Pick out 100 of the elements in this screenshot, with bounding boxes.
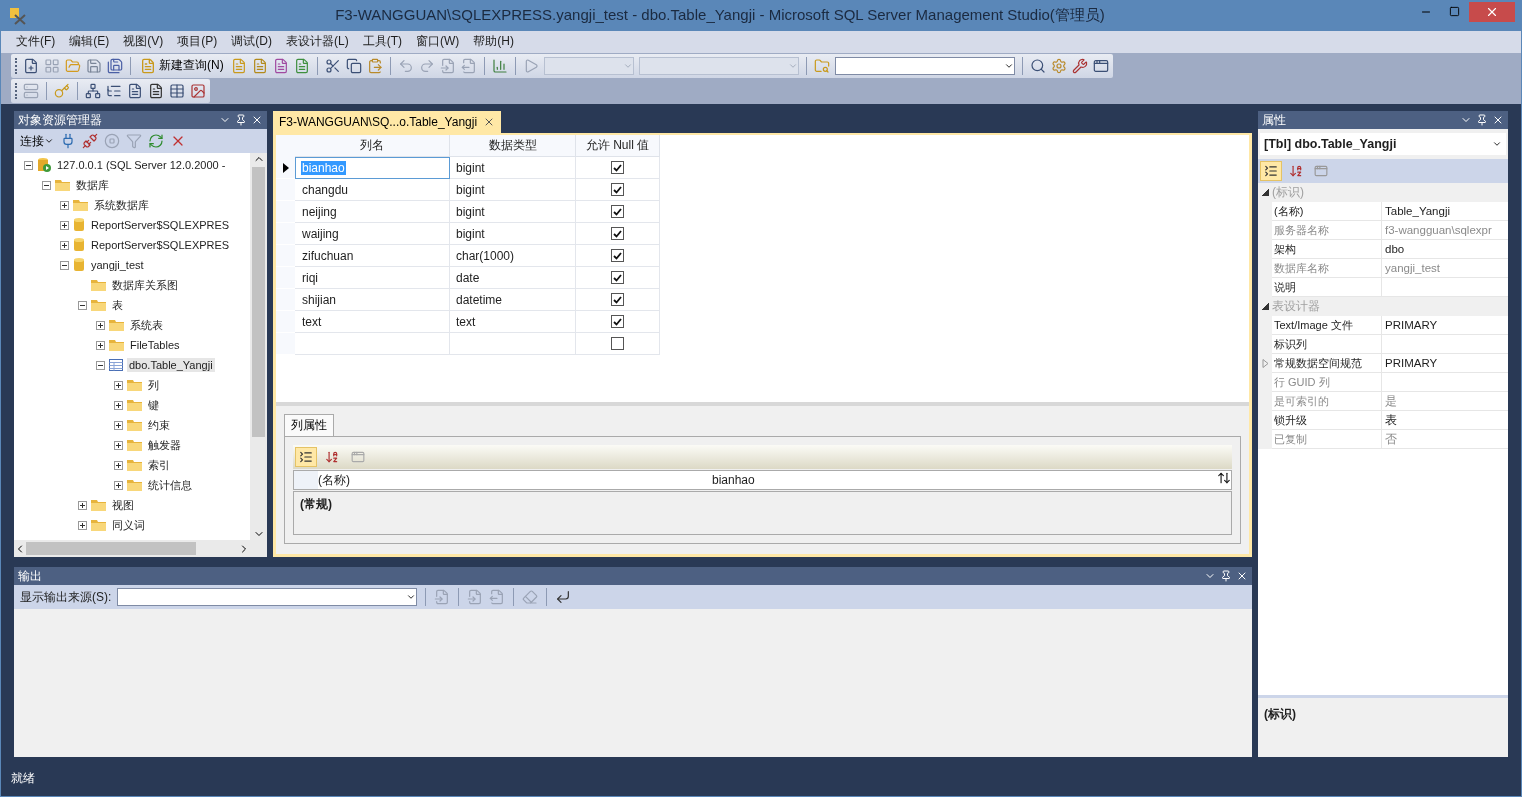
table-cell[interactable]: datetime — [450, 289, 576, 312]
scrollbar[interactable] — [250, 153, 267, 541]
tree-item[interactable]: 约束 — [146, 416, 172, 434]
image-icon[interactable] — [190, 83, 206, 100]
document-tab[interactable]: F3-WANGGUAN\SQ...o.Table_Yangji — [273, 111, 502, 134]
tree-item[interactable]: 视图 — [110, 496, 136, 514]
table-cell[interactable] — [295, 333, 450, 356]
collapse-icon[interactable] — [78, 300, 87, 310]
unplug-icon[interactable] — [82, 133, 98, 150]
collapse-icon[interactable] — [42, 180, 51, 190]
tree-item[interactable]: 统计信息 — [146, 476, 194, 494]
expand-icon[interactable] — [60, 220, 69, 230]
tree-item[interactable]: 同义词 — [110, 516, 147, 534]
expand-icon[interactable] — [114, 480, 123, 490]
connect-button[interactable]: 连接 — [20, 132, 54, 150]
table-cell[interactable]: bigint — [450, 201, 576, 224]
expand-icon[interactable] — [78, 500, 87, 510]
column-properties-tab[interactable]: 列属性 — [284, 414, 334, 437]
table-cell[interactable]: bigint — [450, 157, 576, 180]
expand-icon[interactable] — [114, 460, 123, 470]
menu-item[interactable]: 表设计器(L) — [279, 33, 356, 51]
checkbox[interactable] — [611, 293, 624, 307]
dropdown-field[interactable] — [638, 56, 799, 75]
tree-item[interactable]: 系统表 — [128, 316, 165, 334]
table-cell[interactable]: char(1000) — [450, 245, 576, 268]
checkbox[interactable] — [611, 227, 624, 241]
menu-item[interactable]: 视图(V) — [116, 33, 171, 51]
tree-item[interactable]: ReportServer$SQLEXPRES — [89, 238, 232, 253]
menu-item[interactable]: 帮助(H) — [466, 33, 521, 51]
tree-item[interactable]: ReportServer$SQLEXPRES — [89, 218, 232, 233]
checkbox[interactable] — [611, 249, 624, 263]
table-icon[interactable] — [169, 83, 185, 100]
property-value[interactable]: PRIMARY — [1382, 354, 1508, 374]
scissors-icon[interactable] — [324, 57, 341, 74]
tree-item[interactable]: 系统数据库 — [92, 196, 151, 214]
menu-item[interactable]: 调试(D) — [224, 33, 279, 51]
expand-icon[interactable] — [60, 240, 69, 250]
document-icon[interactable] — [272, 57, 289, 74]
save-all-icon[interactable] — [107, 57, 123, 74]
document-icon[interactable] — [148, 83, 164, 100]
refresh-icon[interactable] — [148, 133, 164, 150]
tree-item[interactable]: 数据库 — [74, 176, 111, 194]
chart-icon[interactable] — [491, 57, 508, 74]
pin-icon[interactable] — [235, 114, 247, 127]
tree-item[interactable]: yangji_test — [89, 258, 146, 273]
document-icon[interactable] — [127, 83, 143, 100]
expand-icon[interactable] — [78, 520, 87, 530]
pin-icon[interactable] — [1220, 570, 1232, 583]
network-icon[interactable] — [85, 83, 101, 100]
table-cell[interactable]: waijing — [295, 223, 450, 246]
collapse-icon[interactable] — [1261, 303, 1269, 311]
expand-icon[interactable] — [114, 420, 123, 430]
table-cell[interactable]: text — [295, 311, 450, 334]
tree-item[interactable]: 触发器 — [146, 436, 183, 454]
menu-item[interactable]: 编辑(E) — [62, 33, 117, 51]
tree-item[interactable]: 127.0.0.1 (SQL Server 12.0.2000 - — [55, 158, 228, 173]
copy-icon[interactable] — [345, 57, 362, 74]
table-cell[interactable] — [450, 333, 576, 356]
tree-item[interactable]: 表 — [110, 296, 125, 314]
expand-icon[interactable] — [96, 320, 105, 330]
table-cell[interactable]: bigint — [450, 223, 576, 246]
table-cell[interactable]: changdu — [295, 179, 450, 202]
tree-item[interactable]: 数据库关系图 — [110, 276, 180, 294]
menu-item[interactable]: 项目(P) — [170, 33, 225, 51]
table-cell[interactable]: neijing — [295, 201, 450, 224]
property-value[interactable]: PRIMARY — [1382, 316, 1508, 336]
expand-icon[interactable] — [114, 440, 123, 450]
table-cell[interactable]: shijian — [295, 289, 450, 312]
checkbox[interactable] — [611, 205, 624, 219]
menu-item[interactable]: 文件(F) — [9, 33, 63, 51]
categorized-button[interactable] — [295, 447, 317, 468]
menu-item[interactable]: 工具(T) — [355, 33, 409, 51]
word-wrap-icon[interactable] — [555, 589, 572, 606]
collapse-icon[interactable] — [1261, 189, 1269, 197]
expand-icon[interactable] — [60, 200, 69, 210]
menu-item[interactable]: 窗口(W) — [409, 33, 467, 51]
categorized-button[interactable] — [1260, 161, 1282, 182]
tree-item[interactable]: dbo.Table_Yangji — [127, 358, 215, 373]
checkbox[interactable] — [611, 161, 624, 175]
dropdown-field[interactable] — [834, 56, 1015, 75]
collapse-icon[interactable] — [60, 260, 69, 270]
tree-item[interactable]: 列 — [146, 376, 161, 394]
table-cell[interactable]: date — [450, 267, 576, 290]
object-selector[interactable]: [Tbl] dbo.Table_Yangji — [1260, 133, 1506, 156]
search-icon[interactable] — [1029, 57, 1046, 74]
row-header[interactable] — [276, 157, 295, 180]
checkbox[interactable] — [611, 337, 624, 351]
expand-icon[interactable] — [114, 400, 123, 410]
tree-item[interactable]: FileTables — [128, 338, 182, 353]
checkbox[interactable] — [611, 183, 624, 197]
expand-icon[interactable] — [96, 340, 105, 350]
new-query-button[interactable]: 新建查询(N) — [138, 57, 226, 75]
tree-item[interactable]: 键 — [146, 396, 161, 414]
scrollbar[interactable] — [14, 540, 267, 558]
property-value[interactable]: Table_Yangji — [1382, 202, 1508, 222]
plug-icon[interactable] — [60, 133, 76, 150]
collapse-icon[interactable] — [96, 360, 105, 370]
expand-icon[interactable] — [114, 380, 123, 390]
property-value[interactable]: 表 — [1382, 411, 1508, 431]
collapse-icon[interactable] — [24, 160, 33, 170]
